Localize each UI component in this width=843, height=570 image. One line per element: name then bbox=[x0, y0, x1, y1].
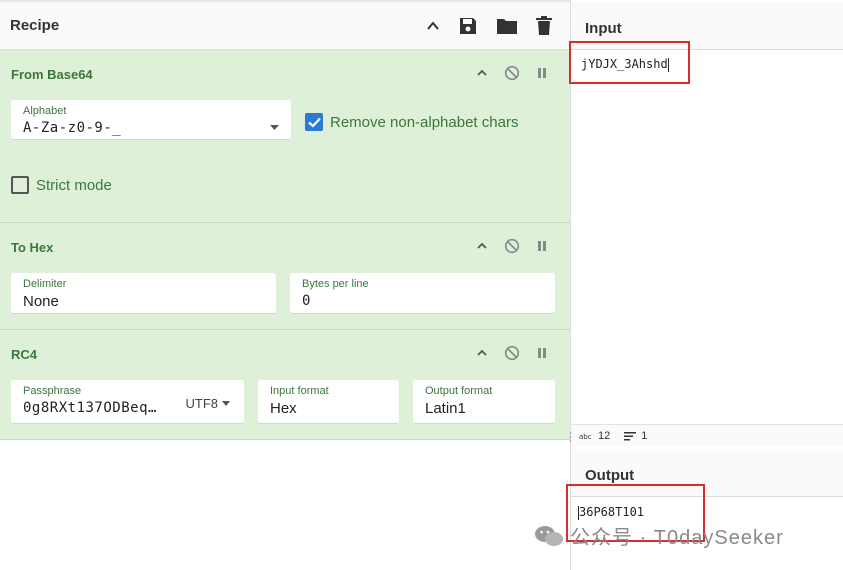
encoding-value: UTF8 bbox=[185, 396, 219, 411]
pause-icon[interactable] bbox=[536, 67, 548, 79]
delimiter-value: None bbox=[23, 293, 59, 310]
chevron-up-icon[interactable] bbox=[476, 240, 488, 252]
op-title: RC4 bbox=[11, 347, 38, 362]
output-title: Output bbox=[585, 467, 635, 484]
length-stat: abc 12 bbox=[579, 430, 610, 442]
output-format-value: Latin1 bbox=[425, 400, 466, 417]
passphrase-value: 0g8RXt137ODBeq… bbox=[23, 400, 157, 416]
folder-icon[interactable] bbox=[496, 17, 518, 35]
disable-icon[interactable] bbox=[504, 238, 520, 254]
trash-icon[interactable] bbox=[536, 16, 552, 35]
watermark: 公众号 · T0daySeeker bbox=[534, 521, 784, 550]
disable-icon[interactable] bbox=[504, 345, 520, 361]
chevron-up-icon[interactable] bbox=[476, 67, 488, 79]
abc-length-icon: abc bbox=[579, 433, 592, 440]
bytes-per-line-value: 0 bbox=[302, 293, 311, 309]
input-title: Input bbox=[585, 20, 622, 37]
io-pane: Input jYDJX_3Ahshd abc 12 1 Output 36P68… bbox=[566, 0, 843, 570]
disable-icon[interactable] bbox=[504, 65, 520, 81]
strict-mode-checkbox[interactable]: Strict mode bbox=[11, 176, 112, 194]
collapse-chevron-up-icon[interactable] bbox=[426, 19, 440, 33]
wechat-logo-icon bbox=[535, 525, 563, 546]
encoding-dropdown[interactable]: UTF8 bbox=[185, 396, 230, 411]
remove-non-alphabet-checkbox[interactable]: Remove non-alphabet chars bbox=[305, 113, 518, 131]
alphabet-select[interactable]: Alphabet A-Za-z0-9-_ bbox=[11, 100, 291, 140]
save-icon[interactable] bbox=[458, 16, 478, 36]
operation-rc4: RC4 Passphrase 0g8RXt137ODBeq… UTF8 Inpu… bbox=[0, 330, 570, 440]
alphabet-value: A-Za-z0-9-_ bbox=[23, 120, 122, 136]
lines-value: 1 bbox=[641, 429, 648, 442]
input-format-label: Input format bbox=[270, 385, 329, 397]
op-title: From Base64 bbox=[11, 67, 93, 82]
pause-icon[interactable] bbox=[536, 240, 548, 252]
recipe-pane: Recipe From Base64 Alphabet A-Za-z0-9-_ … bbox=[0, 0, 571, 570]
watermark-text: 公众号 · T0daySeeker bbox=[570, 527, 784, 549]
operation-from-base64: From Base64 Alphabet A-Za-z0-9-_ Remove … bbox=[0, 50, 570, 223]
svg-text:abc: abc bbox=[579, 433, 592, 440]
lines-stat: 1 bbox=[624, 430, 647, 442]
output-format-select[interactable]: Output format Latin1 bbox=[413, 380, 555, 424]
checkbox-checked-icon[interactable] bbox=[305, 113, 323, 131]
alphabet-label: Alphabet bbox=[23, 105, 67, 117]
operation-to-hex: To Hex Delimiter None Bytes per line 0 bbox=[0, 223, 570, 330]
length-value: 12 bbox=[598, 429, 611, 442]
lines-icon bbox=[624, 431, 637, 440]
checkbox-unchecked-icon[interactable] bbox=[11, 176, 29, 194]
op-title: To Hex bbox=[11, 240, 54, 255]
input-statusbar: abc 12 1 bbox=[571, 424, 843, 446]
passphrase-input[interactable]: Passphrase 0g8RXt137ODBeq… UTF8 bbox=[11, 380, 244, 424]
strict-mode-label: Strict mode bbox=[36, 176, 112, 194]
pause-icon[interactable] bbox=[536, 347, 548, 359]
input-highlight-box bbox=[569, 41, 690, 84]
chevron-up-icon[interactable] bbox=[476, 347, 488, 359]
output-format-label: Output format bbox=[425, 385, 493, 397]
remove-non-alphabet-label: Remove non-alphabet chars bbox=[330, 113, 519, 131]
dropdown-caret-icon bbox=[222, 401, 230, 406]
delimiter-label: Delimiter bbox=[23, 278, 67, 290]
bytes-per-line-input[interactable]: Bytes per line 0 bbox=[290, 273, 555, 314]
dropdown-caret-icon bbox=[270, 117, 279, 135]
recipe-header: Recipe bbox=[0, 0, 570, 50]
input-format-value: Hex bbox=[270, 400, 297, 417]
recipe-title: Recipe bbox=[10, 17, 60, 34]
input-format-select[interactable]: Input format Hex bbox=[258, 380, 399, 424]
delimiter-select[interactable]: Delimiter None bbox=[11, 273, 276, 314]
bytes-per-line-label: Bytes per line bbox=[302, 278, 369, 290]
